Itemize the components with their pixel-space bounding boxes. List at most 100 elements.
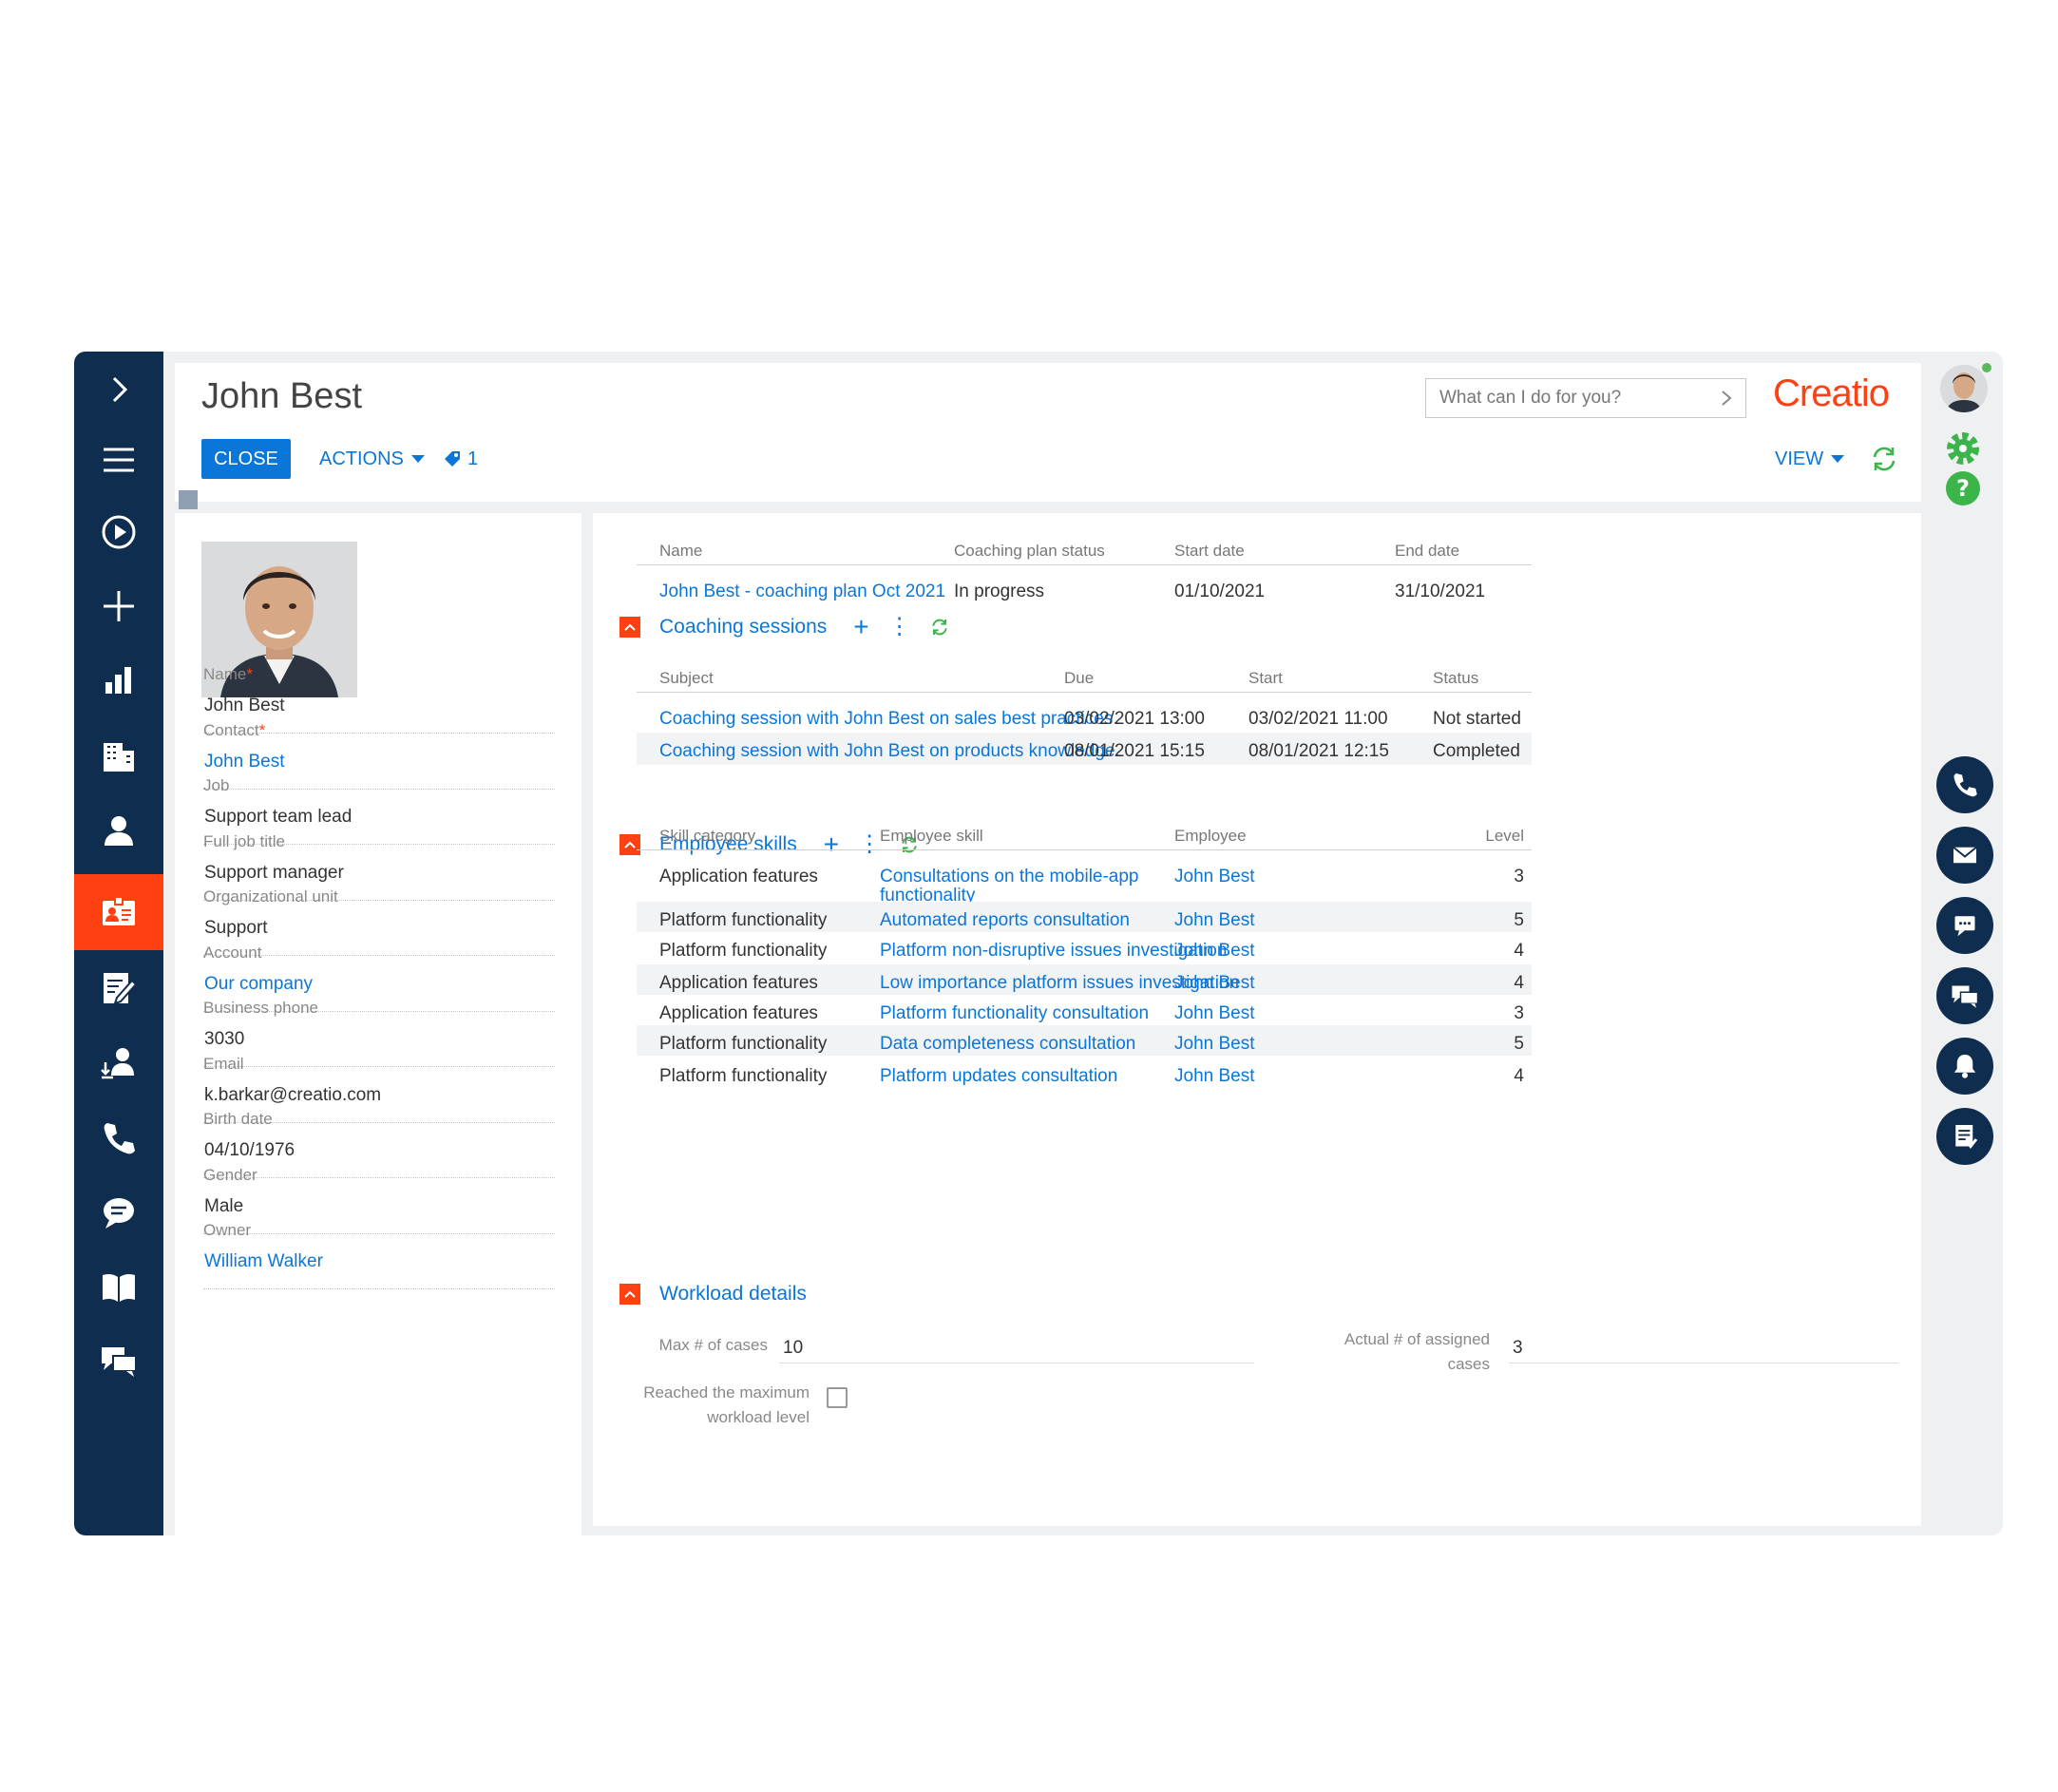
more-options-icon[interactable]: ⋮ [888,616,911,639]
search-placeholder: What can I do for you? [1439,388,1622,408]
calls-icon[interactable] [74,1100,163,1176]
field-label-text: Job [203,776,230,794]
field-value[interactable]: William Walker [204,1251,323,1272]
employee-link[interactable]: John Best [1174,1066,1255,1087]
panel-toggle[interactable] [179,490,198,509]
gear-icon[interactable] [1942,428,1984,469]
tags-button[interactable]: 1 [443,439,478,479]
contacts-icon[interactable] [74,792,163,868]
coaching-sessions-title[interactable]: Coaching sessions [659,616,827,639]
dashboard-icon[interactable] [74,642,163,718]
skill-category: Application features [659,1003,818,1023]
field-value[interactable]: John Best [204,752,285,772]
task-icon[interactable] [1936,1108,1993,1165]
app-window: John Best CLOSE ACTIONS 1 What can I do … [74,352,2003,1535]
onboarding-icon[interactable] [74,1024,163,1100]
employee-link[interactable]: John Best [1174,1034,1255,1055]
max-cases-field[interactable]: 10 [783,1338,803,1359]
field-label: Business phone [203,999,318,1018]
skill-category: Platform functionality [659,910,828,930]
email-icon[interactable] [1936,827,1993,884]
employees-icon[interactable] [74,874,163,950]
skill-category: Application features [659,867,818,886]
view-button[interactable]: VIEW [1775,439,1845,479]
field-label: Email [203,1055,244,1074]
chats-icon[interactable] [1936,967,1993,1024]
add-icon[interactable]: + [853,614,868,640]
field-label: Job [203,776,229,795]
plus-icon[interactable] [74,568,163,644]
session-start: 08/01/2021 12:15 [1248,741,1389,761]
reached-max-checkbox[interactable] [827,1387,848,1408]
reached-max-label-1: Reached the maximum [643,1383,810,1401]
collapse-icon[interactable] [619,834,640,855]
notification-icon[interactable] [1936,1038,1993,1095]
message-icon[interactable] [1936,897,1993,954]
field-label: Contact* [203,721,265,740]
field-label: Birth date [203,1110,273,1129]
workload-details-title[interactable]: Workload details [659,1283,807,1306]
user-avatar[interactable] [1940,365,1988,412]
phone-icon[interactable] [1936,756,1993,813]
session-due: 08/01/2021 15:15 [1064,741,1205,761]
left-navigation [74,352,163,1535]
skill-category: Platform functionality [659,1034,828,1054]
more-options-icon[interactable]: ⋮ [858,833,881,856]
column-header: Subject [659,669,714,687]
session-start: 03/02/2021 11:00 [1248,709,1388,729]
employee-link[interactable]: John Best [1174,1003,1255,1024]
employee-skill-link[interactable]: Data completeness consultation [880,1034,1135,1055]
field-label-text: Organizational unit [203,887,338,906]
plan-start-date: 01/10/2021 [1174,581,1266,601]
employee-link[interactable]: John Best [1174,973,1255,994]
column-header: Employee skill [880,827,983,845]
collapse-icon[interactable] [619,1284,640,1305]
add-icon[interactable]: + [824,831,839,858]
session-subject-link[interactable]: Coaching session with John Best on sales… [659,709,1118,730]
employee-skill-link[interactable]: Consultations on the mobile-app [880,867,1139,887]
field-label-text: Birth date [203,1110,273,1128]
session-subject-link[interactable]: Coaching session with John Best on produ… [659,741,1120,762]
field-value: Support [204,918,268,938]
employee-link[interactable]: John Best [1174,941,1255,962]
field-label: Account [203,944,261,963]
menu-icon[interactable] [74,422,163,498]
employee-link[interactable]: John Best [1174,910,1255,931]
column-header: Coaching plan status [954,542,1105,560]
refresh-icon[interactable] [1870,445,1898,473]
plan-name-link[interactable]: John Best - coaching plan Oct 2021 [659,581,945,602]
employee-skill-link[interactable]: Automated reports consultation [880,910,1130,931]
plan-status: In progress [954,581,1045,601]
skill-level: 5 [1514,1034,1524,1054]
field-value: John Best [204,696,285,715]
actual-cases-label-2: cases [1447,1355,1490,1373]
collapse-icon[interactable] [619,617,640,638]
employee-skill-link[interactable]: Platform updates consultation [880,1066,1117,1087]
knowledge-base-icon[interactable] [74,1249,163,1325]
skill-level: 4 [1514,1066,1524,1086]
field-label-text: Full job title [203,831,285,850]
skill-level: 5 [1514,910,1524,930]
accounts-icon[interactable] [74,718,163,794]
employee-skill-link[interactable]: Platform functionality consultation [880,1003,1149,1024]
view-label: VIEW [1775,448,1824,469]
right-panel: ? [1921,352,2003,1535]
feed-icon[interactable] [74,1174,163,1250]
page-title: John Best [201,376,362,416]
field-value[interactable]: Our company [204,974,313,995]
actions-label: ACTIONS [319,448,404,469]
skill-level: 3 [1514,867,1524,886]
session-status: Completed [1433,741,1520,761]
refresh-icon[interactable] [930,618,949,637]
help-icon[interactable]: ? [1942,467,1984,509]
actions-button[interactable]: ACTIONS [319,439,425,479]
chats-icon[interactable] [74,1323,163,1399]
actual-cases-field[interactable]: 3 [1513,1338,1523,1359]
coaching-icon[interactable] [74,950,163,1026]
search-input[interactable]: What can I do for you? [1425,378,1746,418]
play-icon[interactable] [74,494,163,570]
chevron-right-icon[interactable] [74,352,163,428]
header-divider [637,564,1532,565]
close-button[interactable]: CLOSE [201,439,291,479]
employee-link[interactable]: John Best [1174,867,1255,887]
